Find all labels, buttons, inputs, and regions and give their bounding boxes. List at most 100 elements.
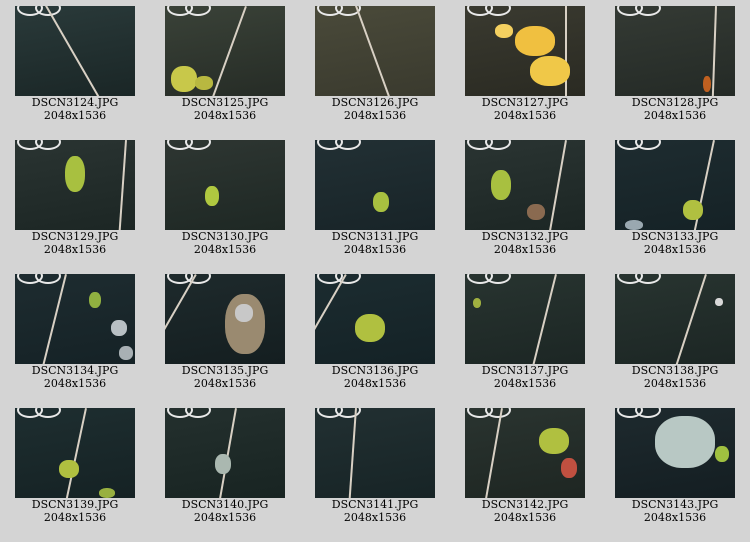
thumbnail-caption: DSCN3138.JPG 2048x1536 [600,364,750,390]
thumbnail-caption: DSCN3143.JPG 2048x1536 [600,498,750,524]
gallery-item[interactable]: DSCN3143.JPG 2048x1536 [600,402,750,534]
image-dimensions: 2048x1536 [343,377,407,390]
gallery-item[interactable]: DSCN3141.JPG 2048x1536 [300,402,450,534]
image-dimensions: 2048x1536 [643,109,707,122]
file-name[interactable]: DSCN3132.JPG [450,230,600,243]
file-name[interactable]: DSCN3141.JPG [300,498,450,511]
image-dimensions: 2048x1536 [643,243,707,256]
file-name[interactable]: DSCN3138.JPG [600,364,750,377]
thumbnail-image[interactable] [15,6,135,96]
thumbnail-caption: DSCN3131.JPG 2048x1536 [300,230,450,256]
thumbnail-image[interactable] [315,274,435,364]
file-name[interactable]: DSCN3131.JPG [300,230,450,243]
thumbnail-image[interactable] [465,140,585,230]
gallery-item[interactable]: DSCN3125.JPG 2048x1536 [150,0,300,132]
thumbnail-image[interactable] [165,6,285,96]
file-name[interactable]: DSCN3128.JPG [600,96,750,109]
thumbnail-caption: DSCN3129.JPG 2048x1536 [0,230,150,256]
gallery-item[interactable]: DSCN3136.JPG 2048x1536 [300,268,450,400]
thumbnail-caption: DSCN3132.JPG 2048x1536 [450,230,600,256]
thumbnail-caption: DSCN3128.JPG 2048x1536 [600,96,750,122]
thumbnail-image[interactable] [465,6,585,96]
thumbnail-image[interactable] [465,274,585,364]
thumbnail-image[interactable] [315,140,435,230]
thumbnail-caption: DSCN3140.JPG 2048x1536 [150,498,300,524]
thumbnail-image[interactable] [615,6,735,96]
gallery-item[interactable]: DSCN3138.JPG 2048x1536 [600,268,750,400]
thumbnail-caption: DSCN3142.JPG 2048x1536 [450,498,600,524]
gallery-item[interactable]: DSCN3129.JPG 2048x1536 [0,134,150,266]
image-dimensions: 2048x1536 [193,511,257,524]
file-name[interactable]: DSCN3130.JPG [150,230,300,243]
thumbnail-caption: DSCN3133.JPG 2048x1536 [600,230,750,256]
thumbnail-caption: DSCN3134.JPG 2048x1536 [0,364,150,390]
thumbnail-image[interactable] [615,140,735,230]
gallery-item[interactable]: DSCN3132.JPG 2048x1536 [450,134,600,266]
file-name[interactable]: DSCN3134.JPG [0,364,150,377]
file-name[interactable]: DSCN3127.JPG [450,96,600,109]
thumbnail-caption: DSCN3130.JPG 2048x1536 [150,230,300,256]
image-dimensions: 2048x1536 [493,377,557,390]
image-dimensions: 2048x1536 [43,243,107,256]
gallery-item[interactable]: DSCN3133.JPG 2048x1536 [600,134,750,266]
thumbnail-image[interactable] [15,274,135,364]
image-dimensions: 2048x1536 [493,109,557,122]
thumbnail-caption: DSCN3135.JPG 2048x1536 [150,364,300,390]
gallery-item[interactable]: DSCN3134.JPG 2048x1536 [0,268,150,400]
image-dimensions: 2048x1536 [193,377,257,390]
thumbnail-gallery: DSCN3124.JPG 2048x1536 DSCN3125.JPG 2048x15… [0,0,750,542]
gallery-item[interactable]: DSCN3135.JPG 2048x1536 [150,268,300,400]
image-dimensions: 2048x1536 [193,243,257,256]
gallery-item[interactable]: DSCN3126.JPG 2048x1536 [300,0,450,132]
file-name[interactable]: DSCN3142.JPG [450,498,600,511]
file-name[interactable]: DSCN3124.JPG [0,96,150,109]
file-name[interactable]: DSCN3143.JPG [600,498,750,511]
thumbnail-image[interactable] [315,408,435,498]
file-name[interactable]: DSCN3129.JPG [0,230,150,243]
file-name[interactable]: DSCN3137.JPG [450,364,600,377]
image-dimensions: 2048x1536 [643,511,707,524]
gallery-item[interactable]: DSCN3131.JPG 2048x1536 [300,134,450,266]
file-name[interactable]: DSCN3135.JPG [150,364,300,377]
thumbnail-image[interactable] [165,140,285,230]
image-dimensions: 2048x1536 [43,377,107,390]
image-dimensions: 2048x1536 [643,377,707,390]
thumbnail-caption: DSCN3124.JPG 2048x1536 [0,96,150,122]
thumbnail-image[interactable] [315,6,435,96]
image-dimensions: 2048x1536 [343,109,407,122]
gallery-item[interactable]: DSCN3139.JPG 2048x1536 [0,402,150,534]
image-dimensions: 2048x1536 [343,243,407,256]
gallery-item[interactable]: DSCN3130.JPG 2048x1536 [150,134,300,266]
gallery-item[interactable]: DSCN3142.JPG 2048x1536 [450,402,600,534]
gallery-item[interactable]: DSCN3124.JPG 2048x1536 [0,0,150,132]
thumbnail-image[interactable] [615,408,735,498]
gallery-item[interactable]: DSCN3140.JPG 2048x1536 [150,402,300,534]
thumbnail-caption: DSCN3136.JPG 2048x1536 [300,364,450,390]
file-name[interactable]: DSCN3133.JPG [600,230,750,243]
gallery-item[interactable]: DSCN3127.JPG 2048x1536 [450,0,600,132]
image-dimensions: 2048x1536 [193,109,257,122]
image-dimensions: 2048x1536 [43,109,107,122]
thumbnail-image[interactable] [165,274,285,364]
image-dimensions: 2048x1536 [493,243,557,256]
thumbnail-caption: DSCN3139.JPG 2048x1536 [0,498,150,524]
thumbnail-image[interactable] [615,274,735,364]
thumbnail-caption: DSCN3125.JPG 2048x1536 [150,96,300,122]
gallery-item[interactable]: DSCN3128.JPG 2048x1536 [600,0,750,132]
gallery-item[interactable]: DSCN3137.JPG 2048x1536 [450,268,600,400]
file-name[interactable]: DSCN3125.JPG [150,96,300,109]
thumbnail-image[interactable] [165,408,285,498]
thumbnail-caption: DSCN3141.JPG 2048x1536 [300,498,450,524]
thumbnail-caption: DSCN3126.JPG 2048x1536 [300,96,450,122]
thumbnail-image[interactable] [15,408,135,498]
file-name[interactable]: DSCN3139.JPG [0,498,150,511]
file-name[interactable]: DSCN3140.JPG [150,498,300,511]
file-name[interactable]: DSCN3136.JPG [300,364,450,377]
thumbnail-image[interactable] [465,408,585,498]
thumbnail-caption: DSCN3137.JPG 2048x1536 [450,364,600,390]
thumbnail-caption: DSCN3127.JPG 2048x1536 [450,96,600,122]
image-dimensions: 2048x1536 [343,511,407,524]
file-name[interactable]: DSCN3126.JPG [300,96,450,109]
thumbnail-image[interactable] [15,140,135,230]
image-dimensions: 2048x1536 [43,511,107,524]
